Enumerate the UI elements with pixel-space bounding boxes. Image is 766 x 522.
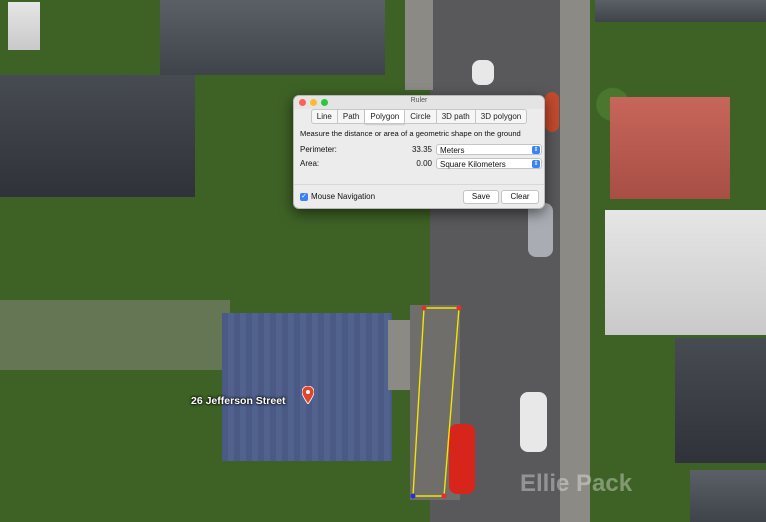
- tab-3d-polygon[interactable]: 3D polygon: [475, 109, 528, 124]
- tab-polygon[interactable]: Polygon: [365, 109, 406, 124]
- mouse-navigation-label: Mouse Navigation: [311, 192, 376, 201]
- perimeter-row: Perimeter: 33.35 Meters ⇕: [300, 144, 542, 155]
- polygon-vertex[interactable]: [456, 305, 462, 311]
- perimeter-unit-select[interactable]: Meters ⇕: [436, 144, 542, 155]
- placemark-label[interactable]: 26 Jefferson Street: [191, 395, 286, 407]
- polygon-vertex[interactable]: [441, 493, 447, 499]
- window-title: Ruler: [410, 97, 428, 104]
- tab-circle[interactable]: Circle: [405, 109, 437, 124]
- ruler-window: Ruler Line Path Polygon Circle 3D path 3…: [293, 95, 545, 209]
- placemark-pin-icon[interactable]: [302, 386, 314, 404]
- save-button[interactable]: Save: [463, 190, 499, 204]
- ruler-description: Measure the distance or area of a geomet…: [300, 129, 521, 138]
- ruler-titlebar[interactable]: Ruler: [294, 96, 544, 109]
- area-unit-select[interactable]: Square Kilometers ⇕: [436, 158, 542, 169]
- area-label: Area:: [300, 159, 320, 168]
- chevron-updown-icon: ⇕: [532, 146, 540, 154]
- area-value: 0.00: [416, 159, 432, 168]
- tab-line[interactable]: Line: [310, 109, 338, 124]
- ruler-footer: ✓ Mouse Navigation Save Clear: [294, 184, 544, 208]
- perimeter-label: Perimeter:: [300, 145, 337, 154]
- tab-3d-path[interactable]: 3D path: [436, 109, 476, 124]
- polygon-vertex[interactable]: [410, 493, 416, 499]
- mouse-navigation-checkbox[interactable]: ✓ Mouse Navigation: [300, 192, 375, 201]
- ruler-tabs: Line Path Polygon Circle 3D path 3D poly…: [294, 109, 544, 124]
- polygon-vertex[interactable]: [421, 305, 427, 311]
- tab-path[interactable]: Path: [337, 109, 366, 124]
- checkmark-icon[interactable]: ✓: [300, 192, 308, 201]
- perimeter-value: 33.35: [411, 145, 432, 154]
- perimeter-unit-value: Meters: [440, 146, 465, 155]
- measurement-polygon: [410, 305, 462, 499]
- chevron-updown-icon: ⇕: [532, 160, 540, 168]
- watermark: Ellie Pack: [520, 470, 633, 497]
- area-unit-value: Square Kilometers: [440, 160, 506, 169]
- area-row: Area: 0.00 Square Kilometers ⇕: [300, 158, 542, 169]
- polygon-outline: [412, 307, 460, 497]
- clear-button[interactable]: Clear: [501, 190, 539, 204]
